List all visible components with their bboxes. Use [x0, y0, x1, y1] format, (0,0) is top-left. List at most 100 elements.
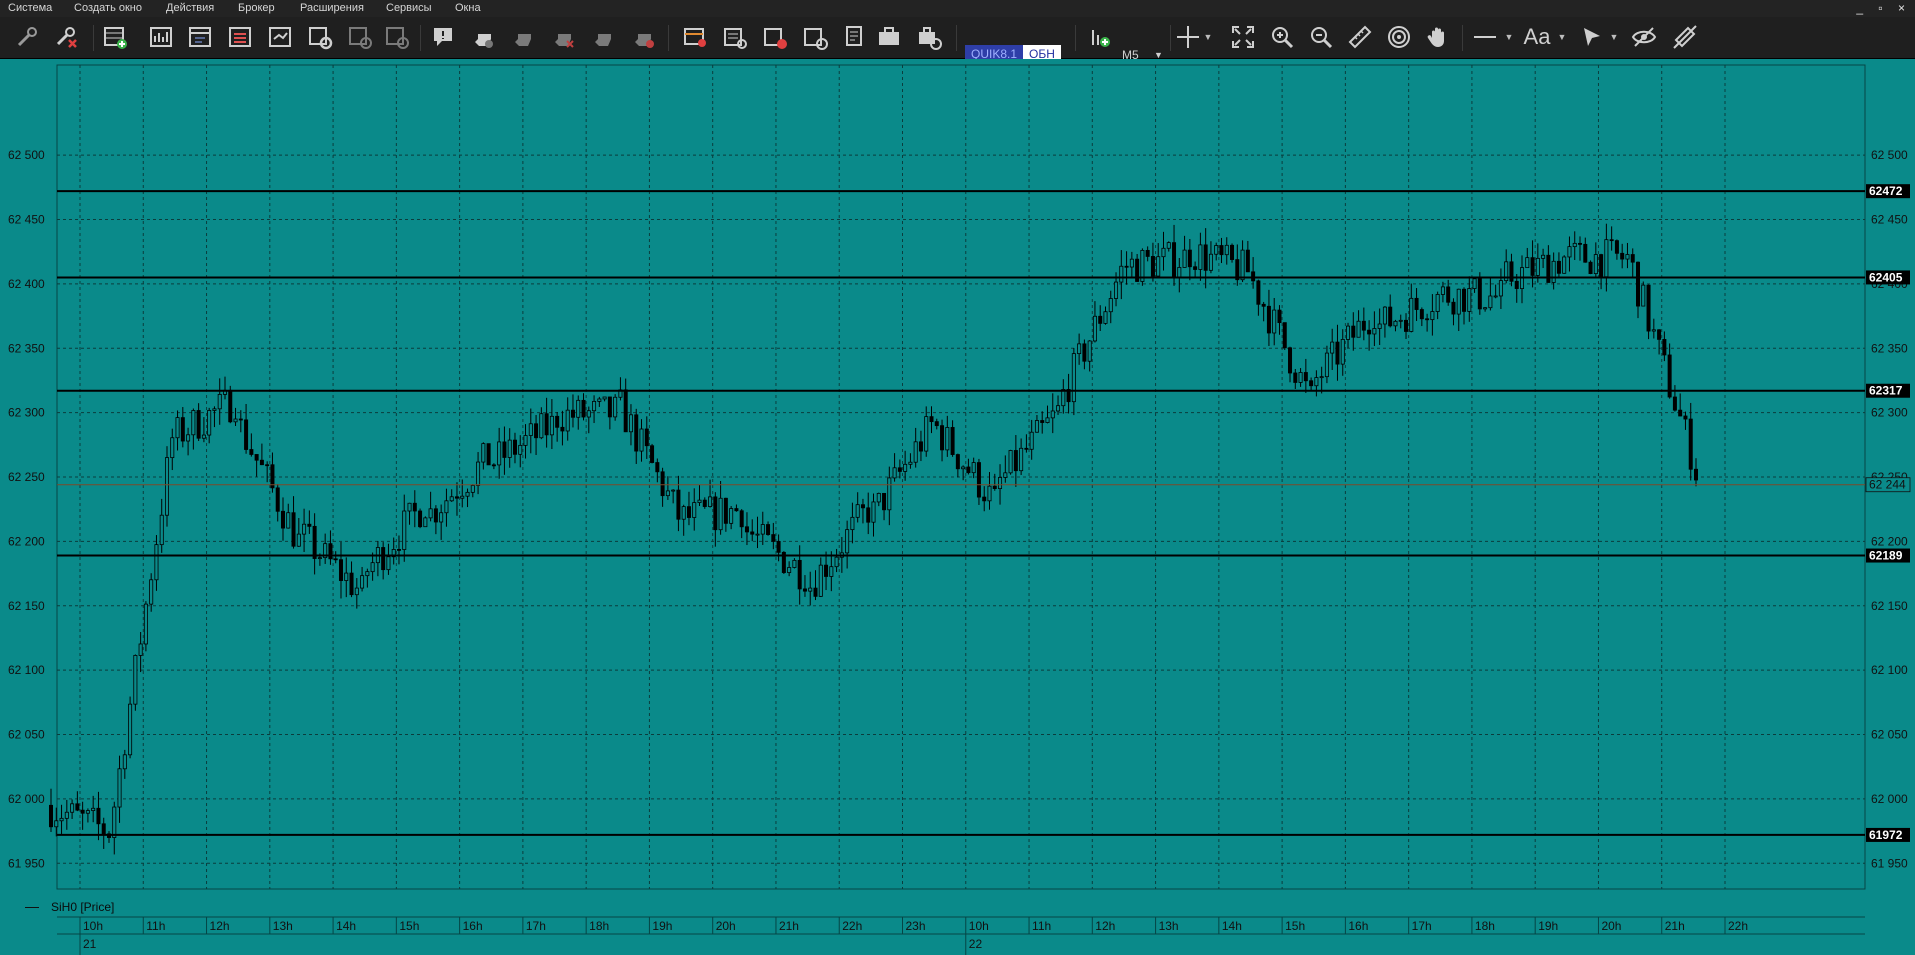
- y-tick-label-left: 62 100: [8, 663, 45, 677]
- candle-body: [1230, 244, 1235, 260]
- zoom-in-icon[interactable]: [1267, 23, 1297, 51]
- candle-body: [824, 564, 829, 577]
- time-tick-label: 19h: [1538, 919, 1558, 933]
- menu-item-create-window[interactable]: Создать окно: [74, 2, 142, 14]
- clock-window-icon[interactable]: [345, 23, 375, 51]
- candle-body: [1224, 244, 1229, 256]
- hide-objects-icon[interactable]: [1629, 23, 1659, 51]
- crosshair-icon[interactable]: [1173, 23, 1203, 51]
- trades-window-icon[interactable]: [265, 23, 295, 51]
- candle-body: [149, 579, 154, 605]
- candle-body: [982, 496, 987, 502]
- text-tool-dropdown-icon[interactable]: ▼: [1555, 23, 1569, 51]
- candle-body: [1251, 271, 1256, 282]
- time-tick-label: 18h: [1475, 919, 1495, 933]
- level-label: 62317: [1869, 384, 1903, 398]
- candle-body: [1493, 295, 1498, 298]
- line-tool-dropdown-icon[interactable]: ▼: [1502, 23, 1516, 51]
- candle-body: [586, 410, 591, 418]
- candle-body: [1556, 260, 1561, 274]
- menu-item-extensions[interactable]: Расширения: [300, 2, 364, 14]
- candle-body: [639, 428, 644, 452]
- candle-body: [1377, 323, 1382, 329]
- chart-window-icon[interactable]: [146, 23, 176, 51]
- cancel-order-icon[interactable]: [548, 23, 578, 51]
- line-tool-icon[interactable]: [1470, 23, 1500, 51]
- candle-body: [1414, 297, 1419, 310]
- candle-body: [307, 523, 312, 527]
- hand-pan-icon[interactable]: [1423, 23, 1453, 51]
- settings-window-icon[interactable]: [305, 23, 335, 51]
- fit-screen-icon[interactable]: [1228, 23, 1258, 51]
- zoom-out-icon[interactable]: [1306, 23, 1336, 51]
- candle-body: [628, 414, 633, 433]
- candle-body: [1040, 420, 1045, 423]
- message-icon[interactable]: [428, 23, 458, 51]
- quotes-window-icon[interactable]: [185, 23, 215, 51]
- candle-body: [655, 462, 660, 473]
- disconnect-icon[interactable]: [52, 23, 82, 51]
- crosshair-dropdown-icon[interactable]: ▼: [1201, 23, 1215, 51]
- candle-body: [534, 423, 539, 439]
- candle-body: [1651, 329, 1656, 332]
- text-tool-icon[interactable]: Aa: [1522, 23, 1552, 51]
- alarm-window-icon[interactable]: [382, 23, 412, 51]
- candle-body: [212, 408, 217, 411]
- target-icon[interactable]: [1384, 23, 1414, 51]
- stop-order-icon[interactable]: [508, 23, 538, 51]
- candle-body: [734, 508, 739, 512]
- cancel-all-icon[interactable]: [588, 23, 618, 51]
- positions-icon[interactable]: [720, 23, 750, 51]
- y-tick-label-left: 62 500: [8, 148, 45, 162]
- candle-body: [344, 572, 349, 581]
- last-price-label: 62 244: [1869, 478, 1906, 492]
- price-chart-svg[interactable]: 61 950 61 950 62 000 62 000 62 050 62 050 62 1…: [0, 59, 1915, 899]
- price-chart[interactable]: 61 950 61 950 62 000 62 000 62 050 62 050 62 1…: [0, 59, 1915, 899]
- marker-tool-icon[interactable]: [1578, 23, 1608, 51]
- candle-body: [1672, 396, 1677, 411]
- time-tick-label: 17h: [1412, 919, 1432, 933]
- time-tick-label: 10h: [83, 919, 103, 933]
- menu-item-actions[interactable]: Действия: [166, 2, 214, 14]
- candle-body: [1008, 450, 1013, 474]
- candle-body: [1098, 315, 1103, 324]
- candle-body: [813, 587, 818, 597]
- erase-objects-icon[interactable]: [1670, 23, 1700, 51]
- candle-body: [1108, 298, 1113, 313]
- candle-body: [1625, 254, 1630, 260]
- candle-body: [460, 495, 465, 499]
- day-tick-label: 21: [83, 937, 97, 951]
- new-table-icon[interactable]: [100, 23, 130, 51]
- y-tick-label-right: 62 200: [1871, 534, 1908, 548]
- stop-all-icon[interactable]: [628, 23, 658, 51]
- connect-icon[interactable]: [12, 23, 42, 51]
- candle-body: [101, 823, 106, 835]
- candle-body: [1588, 261, 1593, 275]
- money-limits-icon[interactable]: [760, 23, 790, 51]
- menu-item-windows[interactable]: Окна: [455, 2, 481, 14]
- menu-item-system[interactable]: Система: [8, 2, 52, 14]
- new-order-icon[interactable]: [468, 23, 498, 51]
- briefcase-icon[interactable]: [874, 23, 904, 51]
- menu-item-broker[interactable]: Брокер: [238, 2, 275, 14]
- chart-legend: SiH0 [Price]: [0, 899, 1915, 916]
- time-tick-label: 10h: [969, 919, 989, 933]
- candle-body: [998, 477, 1003, 489]
- menu-item-services[interactable]: Сервисы: [386, 2, 432, 14]
- y-tick-label-left: 62 400: [8, 277, 45, 291]
- ruler-icon[interactable]: [1345, 23, 1375, 51]
- portfolio-icon[interactable]: [680, 23, 710, 51]
- briefcase-money-icon[interactable]: [914, 23, 944, 51]
- candle-body: [1483, 307, 1488, 310]
- candle-body: [544, 413, 549, 436]
- reports-icon[interactable]: [840, 23, 870, 51]
- candle-body: [207, 410, 212, 436]
- time-tick-label: 15h: [399, 919, 419, 933]
- order-book-icon[interactable]: [225, 23, 255, 51]
- add-indicator-icon[interactable]: [1086, 23, 1116, 51]
- currency-limits-icon[interactable]: [800, 23, 830, 51]
- window-controls[interactable]: _ ▫ ×: [1856, 1, 1911, 15]
- marker-tool-dropdown-icon[interactable]: ▼: [1607, 23, 1621, 51]
- y-tick-label-left: 62 350: [8, 341, 45, 355]
- candle-body: [1498, 280, 1503, 297]
